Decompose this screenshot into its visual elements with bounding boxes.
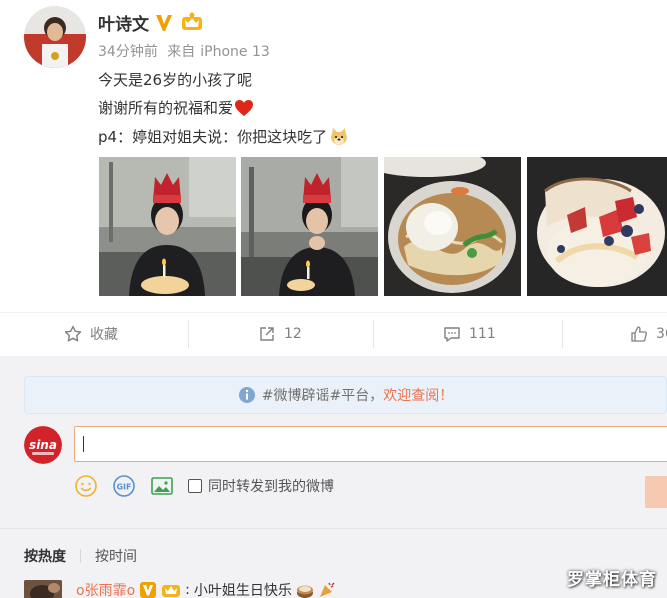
post-text-line-2: 谢谢所有的祝福和爱 [98,97,254,118]
post-text-line-3: p4：婷姐对姐夫说：你把这块吃了 [98,126,349,147]
post-photo-1[interactable] [99,157,236,296]
verified-v-icon [139,581,157,598]
vip-crown-icon [181,11,203,33]
post-text-line-2-text: 谢谢所有的祝福和爱 [98,99,234,117]
comment-section: #微博辟谣#平台， 欢迎查阅！ sina GIF 同时转发到我的微博 按热度 按时… [0,356,667,598]
comment-separator: : [185,582,190,598]
post-action-bar: 收藏 12 111 36 [0,314,667,354]
comment-toolbar: GIF 同时转发到我的微博 [74,474,334,498]
divider [0,312,667,313]
divider [373,320,374,348]
cake-emoji-icon [296,581,314,598]
comment-count: 111 [469,326,496,342]
repost-count: 12 [284,326,302,342]
verified-v-icon [154,11,176,33]
comment-input[interactable] [74,426,667,462]
post-photo-3[interactable] [384,157,521,296]
star-icon [64,325,82,343]
party-popper-emoji-icon [318,581,336,598]
share-icon [258,325,276,343]
tab-sort-by-hot[interactable]: 按热度 [24,546,66,566]
current-user-avatar[interactable]: sina [24,426,62,464]
gif-icon[interactable]: GIF [112,474,136,498]
svg-text:GIF: GIF [116,483,131,492]
comment-item: o张雨霏o : 小叶姐生日快乐 [24,580,336,598]
submit-comment-button[interactable] [645,476,667,508]
thumbs-up-icon [630,325,648,343]
tab-sort-by-time[interactable]: 按时间 [95,546,137,566]
post-photo-2[interactable] [241,157,378,296]
author-name[interactable]: 叶诗文 [98,10,149,35]
comment-text: 小叶姐生日快乐 [193,583,292,598]
divider [80,549,81,563]
like-button[interactable]: 36 [630,314,667,354]
commenter-name[interactable]: o张雨霏o [76,580,135,598]
post-text-line-1: 今天是26岁的小孩了呢 [98,71,253,89]
notice-link[interactable]: 欢迎查阅！ [383,385,453,405]
divider [562,320,563,348]
rumor-notice-banner: #微博辟谣#平台， 欢迎查阅！ [24,376,667,414]
comment-button[interactable]: 111 [443,314,496,354]
notice-text[interactable]: #微博辟谣#平台， [262,385,383,405]
favorite-button[interactable]: 收藏 [64,314,118,354]
repost-label: 同时转发到我的微博 [208,479,334,495]
comment-sort-tabs: 按热度 按时间 [24,546,137,566]
post-photo-4[interactable] [527,157,667,296]
post-text-line-3-text: p4：婷姐对姐夫说：你把这块吃了 [98,128,328,146]
divider [188,320,189,348]
text-cursor [83,436,84,452]
info-icon [238,386,256,404]
post-time[interactable]: 34分钟前 [98,44,158,60]
comment-icon [443,325,461,343]
doge-emoji-icon [329,127,349,147]
heart-emoji-icon [234,99,254,117]
source-prefix: 来自 [167,44,196,60]
divider [0,528,667,529]
repost-button[interactable]: 12 [258,314,302,354]
emoji-icon[interactable] [74,474,98,498]
sina-logo: sina [29,438,57,452]
post-meta: 34分钟前 来自 iPhone 13 [98,41,275,61]
watermark-text: 罗掌柜体育 [567,570,657,590]
author-avatar[interactable] [24,6,86,68]
commenter-avatar[interactable] [24,580,62,598]
repost-checkbox[interactable] [188,479,202,493]
favorite-label: 收藏 [90,327,118,343]
like-count: 36 [656,326,667,342]
vip-crown-icon [161,581,181,598]
repost-to-my-weibo-option[interactable]: 同时转发到我的微博 [188,476,334,496]
image-icon[interactable] [150,474,174,498]
source-device: iPhone 13 [200,44,270,60]
